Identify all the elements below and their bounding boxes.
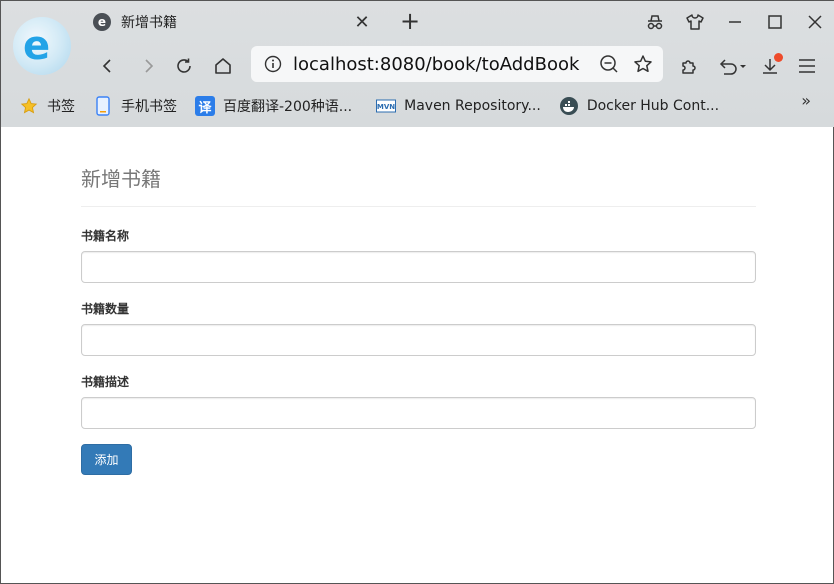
navigation-toolbar: localhost:8080/book/toAddBook <box>1 43 834 87</box>
bookmark-label: 百度翻译-200种语... <box>223 99 353 115</box>
bookmark-item[interactable]: 手机书签 <box>93 91 177 121</box>
form-group-book-description: 书籍描述 <box>81 373 756 429</box>
page-title: 新增书籍 <box>81 167 161 191</box>
zoom-out-icon[interactable] <box>595 50 623 78</box>
form-group-book-name: 书籍名称 <box>81 227 756 283</box>
tab-favicon-icon: e <box>93 13 111 31</box>
maven-icon: MVN <box>376 96 397 116</box>
phone-icon <box>93 96 113 116</box>
window-controls <box>635 1 834 43</box>
bookmark-item[interactable]: Docker Hub Cont... <box>559 91 719 121</box>
browser-chrome: e e 新增书籍 ✕ + localhost:8080/book/toAddBo… <box>1 1 834 127</box>
main-content: 新增书籍 书籍名称 书籍数量 书籍描述 添加 <box>81 127 756 475</box>
star-icon <box>19 96 39 116</box>
new-tab-button[interactable]: + <box>397 7 423 35</box>
bookmark-label: 书签 <box>47 99 75 115</box>
reload-icon[interactable] <box>169 51 199 81</box>
book-count-input[interactable] <box>81 324 756 356</box>
bookmark-item[interactable]: MVN Maven Repository... <box>376 91 541 121</box>
skin-shirt-icon[interactable] <box>675 1 715 43</box>
book-name-label: 书籍名称 <box>81 229 130 243</box>
form-group-book-count: 书籍数量 <box>81 300 756 356</box>
more-bookmarks-button[interactable]: » <box>801 91 811 110</box>
download-badge-dot <box>774 53 783 62</box>
book-name-input[interactable] <box>81 251 756 283</box>
translate-icon: 译 <box>195 96 215 116</box>
bookmark-item[interactable]: 书签 <box>19 91 75 121</box>
bookmark-label: Docker Hub Cont... <box>586 98 720 114</box>
bookmark-label: Maven Repository... <box>404 98 541 114</box>
url-text[interactable]: localhost:8080/book/toAddBook <box>293 54 595 75</box>
add-button[interactable]: 添加 <box>81 444 132 475</box>
bookmark-label: 手机书签 <box>121 99 177 115</box>
bookmark-star-icon[interactable] <box>629 50 657 78</box>
address-bar[interactable]: localhost:8080/book/toAddBook <box>251 46 663 82</box>
book-description-label: 书籍描述 <box>81 375 130 389</box>
bookmark-item[interactable]: 译 百度翻译-200种语... <box>195 91 352 121</box>
extensions-icon[interactable] <box>674 51 704 81</box>
menu-icon[interactable] <box>792 51 822 81</box>
tab-title: 新增书籍 <box>121 15 177 31</box>
book-count-label: 书籍数量 <box>81 302 130 316</box>
undo-close-icon[interactable] <box>713 51 749 81</box>
svg-text:MVN: MVN <box>377 103 395 111</box>
docker-icon <box>559 96 579 116</box>
minimize-button[interactable] <box>715 1 755 43</box>
close-window-button[interactable] <box>795 1 834 43</box>
site-info-icon[interactable] <box>263 54 283 74</box>
incognito-icon[interactable] <box>635 1 675 43</box>
back-icon[interactable] <box>93 51 123 81</box>
download-icon[interactable] <box>755 51 785 81</box>
title-divider <box>81 206 756 207</box>
bookmarks-bar: 书签 手机书签 译 百度翻译-200种语... MVN Maven Reposi… <box>1 87 834 125</box>
tab-close-icon[interactable]: ✕ <box>351 12 373 33</box>
book-description-input[interactable] <box>81 397 756 429</box>
forward-icon[interactable] <box>133 51 163 81</box>
active-tab[interactable]: e 新增书籍 ✕ <box>79 1 381 43</box>
home-icon[interactable] <box>208 51 238 81</box>
maximize-button[interactable] <box>755 1 795 43</box>
